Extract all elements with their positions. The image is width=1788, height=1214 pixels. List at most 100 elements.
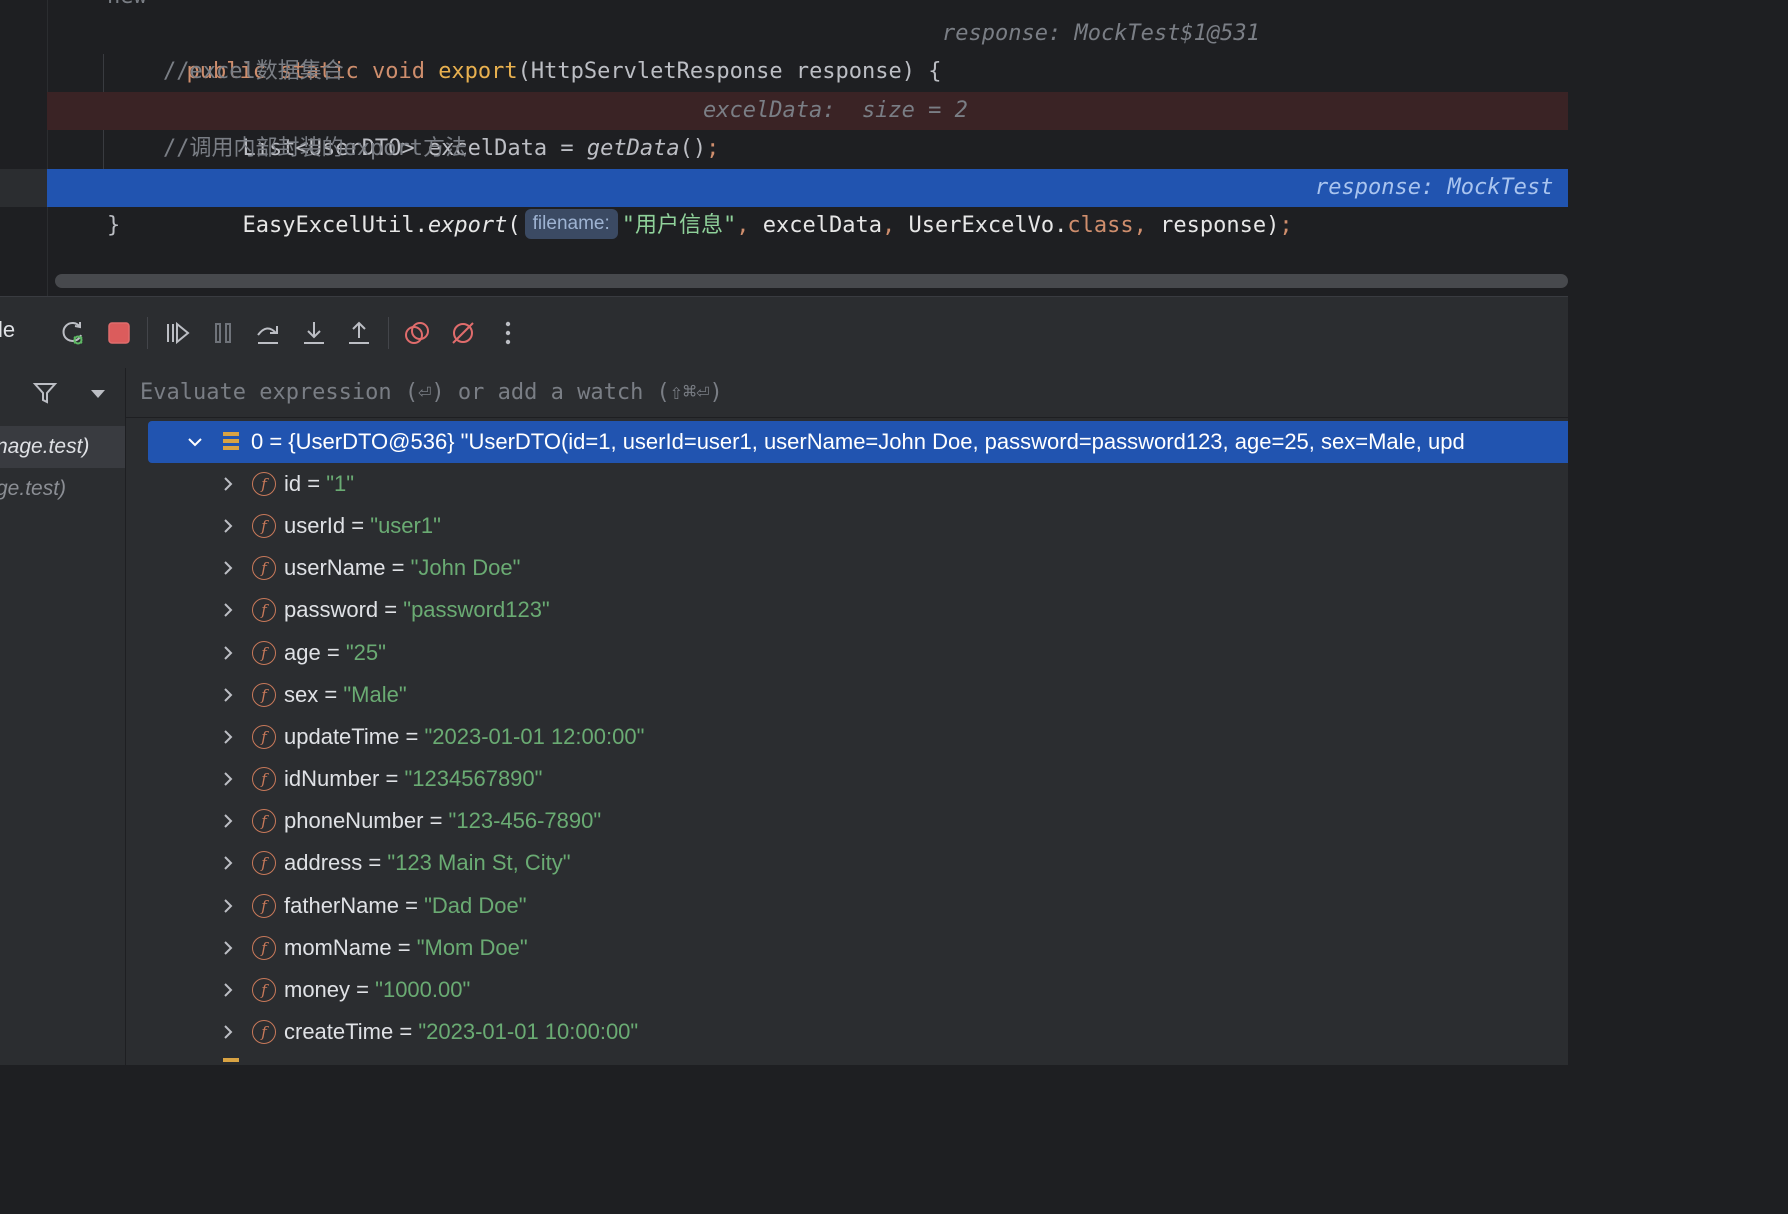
chevron-right-icon[interactable] [219, 897, 237, 915]
frames-panel: nage.test) ge.test) [0, 368, 126, 1065]
equals-sign: = [384, 597, 398, 623]
field-value: "2023-01-01 12:00:00" [424, 723, 645, 749]
chevron-right-icon[interactable] [219, 559, 237, 577]
inline-value-hint: excelData: size = 2 [703, 98, 968, 123]
field-name: fatherName [284, 892, 399, 918]
chevron-right-icon[interactable] [219, 854, 237, 872]
tree-row-field[interactable]: f age = "25" [126, 632, 1568, 674]
more-icon[interactable] [490, 315, 526, 351]
chevron-right-icon[interactable] [219, 812, 237, 830]
stop-icon[interactable] [101, 315, 137, 351]
closing-brace: } [107, 213, 121, 238]
code-line-comment[interactable]: //调用内部封装的export方法 [47, 130, 1568, 168]
tree-row-field[interactable]: f password = "password123" [126, 589, 1568, 631]
field-icon: f [252, 682, 276, 707]
field-name: createTime [284, 1018, 394, 1044]
tree-row-field[interactable]: f idNumber = "1234567890" [126, 758, 1568, 800]
field-icon: f [252, 809, 276, 834]
field-value: "25" [345, 639, 386, 665]
chevron-right-icon[interactable] [219, 981, 237, 999]
dropdown-arrow-icon[interactable] [88, 384, 108, 404]
code-line-execution-point[interactable]: EasyExcelUtil.export(filename: "用户信息", ex… [47, 169, 1568, 239]
tree-row-field[interactable]: f money = "1000.00" [126, 969, 1568, 1011]
editor-gutter[interactable] [0, 0, 48, 296]
tree-row-root[interactable]: 0 = {UserDTO@536} "UserDTO(id=1, userId=… [126, 421, 1568, 463]
resume-icon[interactable] [159, 315, 195, 351]
field-name: idNumber [284, 766, 380, 792]
step-over-icon[interactable] [250, 315, 286, 351]
evaluate-expression-input[interactable]: Evaluate expression (⏎) or add a watch (… [126, 368, 1568, 418]
object-icon [223, 432, 239, 450]
code-line-closing-brace[interactable]: } [47, 207, 1568, 245]
equals-sign: = [356, 976, 370, 1002]
field-value: "2023-01-01 10:00:00" [418, 1018, 639, 1044]
field-value: "123-456-7890" [448, 808, 602, 834]
field-icon: f [252, 598, 276, 623]
frame-item[interactable]: ge.test) [0, 468, 125, 510]
pause-icon[interactable] [205, 315, 241, 351]
filter-icon[interactable] [32, 380, 58, 406]
field-icon: f [252, 767, 276, 792]
mute-breakpoints-icon[interactable] [445, 315, 481, 351]
field-value: "John Doe" [410, 555, 521, 581]
frame-label: ge.test) [0, 477, 67, 500]
field-value: "Mom Doe" [416, 934, 528, 960]
field-icon: f [252, 640, 276, 665]
step-into-icon[interactable] [296, 315, 332, 351]
debug-toolbar: le [0, 296, 1568, 370]
frames-filter-row [0, 368, 125, 418]
tree-row-field[interactable]: f phoneNumber = "123-456-7890" [126, 800, 1568, 842]
tree-row-field[interactable]: f sex = "Male" [126, 674, 1568, 716]
chevron-right-icon[interactable] [219, 686, 237, 704]
equals-sign: = [399, 1018, 413, 1044]
field-name: momName [284, 934, 392, 960]
chevron-down-icon[interactable] [186, 433, 204, 451]
field-name: userName [284, 555, 386, 581]
field-name: userId [284, 513, 346, 539]
frame-item-selected[interactable]: nage.test) [0, 426, 125, 468]
tool-window-title-fragment: le [0, 317, 16, 342]
chevron-right-icon[interactable] [219, 601, 237, 619]
tree-row-field[interactable]: f address = "123 Main St, City" [126, 842, 1568, 884]
code-line-comment[interactable]: //excel数据集合 [47, 53, 1568, 91]
equals-sign: = [326, 639, 340, 665]
toolbar-separator [388, 317, 389, 349]
chevron-right-icon[interactable] [219, 770, 237, 788]
inline-value-hint: response: MockTest$1@531 [942, 21, 1260, 46]
chevron-right-icon[interactable] [219, 475, 237, 493]
chevron-right-icon[interactable] [219, 728, 237, 746]
step-out-icon[interactable] [341, 315, 377, 351]
tree-row-field[interactable]: f fatherName = "Dad Doe" [126, 885, 1568, 927]
tree-row-field[interactable]: f createTime = "2023-01-01 10:00:00" [126, 1011, 1568, 1053]
code-line-method-signature[interactable]: public static void export(HttpServletRes… [47, 15, 1568, 84]
chevron-right-icon[interactable] [219, 939, 237, 957]
field-name: address [284, 850, 363, 876]
tree-row-field[interactable]: f id = "1" [126, 463, 1568, 505]
chevron-right-icon[interactable] [219, 517, 237, 535]
tree-row-field[interactable]: f updateTime = "2023-01-01 12:00:00" [126, 716, 1568, 758]
equals-sign: = [307, 471, 321, 496]
code-line-breakpoint[interactable]: List<UserDTO> excelData = getData(); exc… [47, 92, 1568, 161]
tree-row-field[interactable]: f userName = "John Doe" [126, 547, 1568, 589]
horizontal-scrollbar[interactable] [55, 274, 1568, 288]
field-value: "password123" [403, 597, 550, 623]
equals-sign: = [397, 934, 411, 960]
field-icon: f [252, 514, 276, 539]
chevron-right-icon[interactable] [219, 644, 237, 662]
object-icon [223, 1058, 239, 1062]
view-breakpoints-icon[interactable] [399, 315, 435, 351]
toolbar-separator [147, 317, 148, 349]
field-value: "1234567890" [404, 766, 543, 792]
field-icon: f [252, 935, 276, 960]
tree-row-field[interactable]: f userId = "user1" [126, 505, 1568, 547]
rerun-debug-icon[interactable] [55, 315, 91, 351]
field-icon: f [252, 724, 276, 749]
code-comment: //excel数据集合 [163, 59, 344, 84]
equals-sign: = [324, 681, 338, 707]
chevron-right-icon[interactable] [219, 1023, 237, 1041]
field-value: "Dad Doe" [424, 892, 527, 918]
field-value: "1" [326, 471, 355, 496]
field-name: updateTime [284, 723, 400, 749]
code-editor[interactable]: new public static void export(HttpServle… [0, 0, 1568, 296]
tree-row-field[interactable]: f momName = "Mom Doe" [126, 927, 1568, 969]
